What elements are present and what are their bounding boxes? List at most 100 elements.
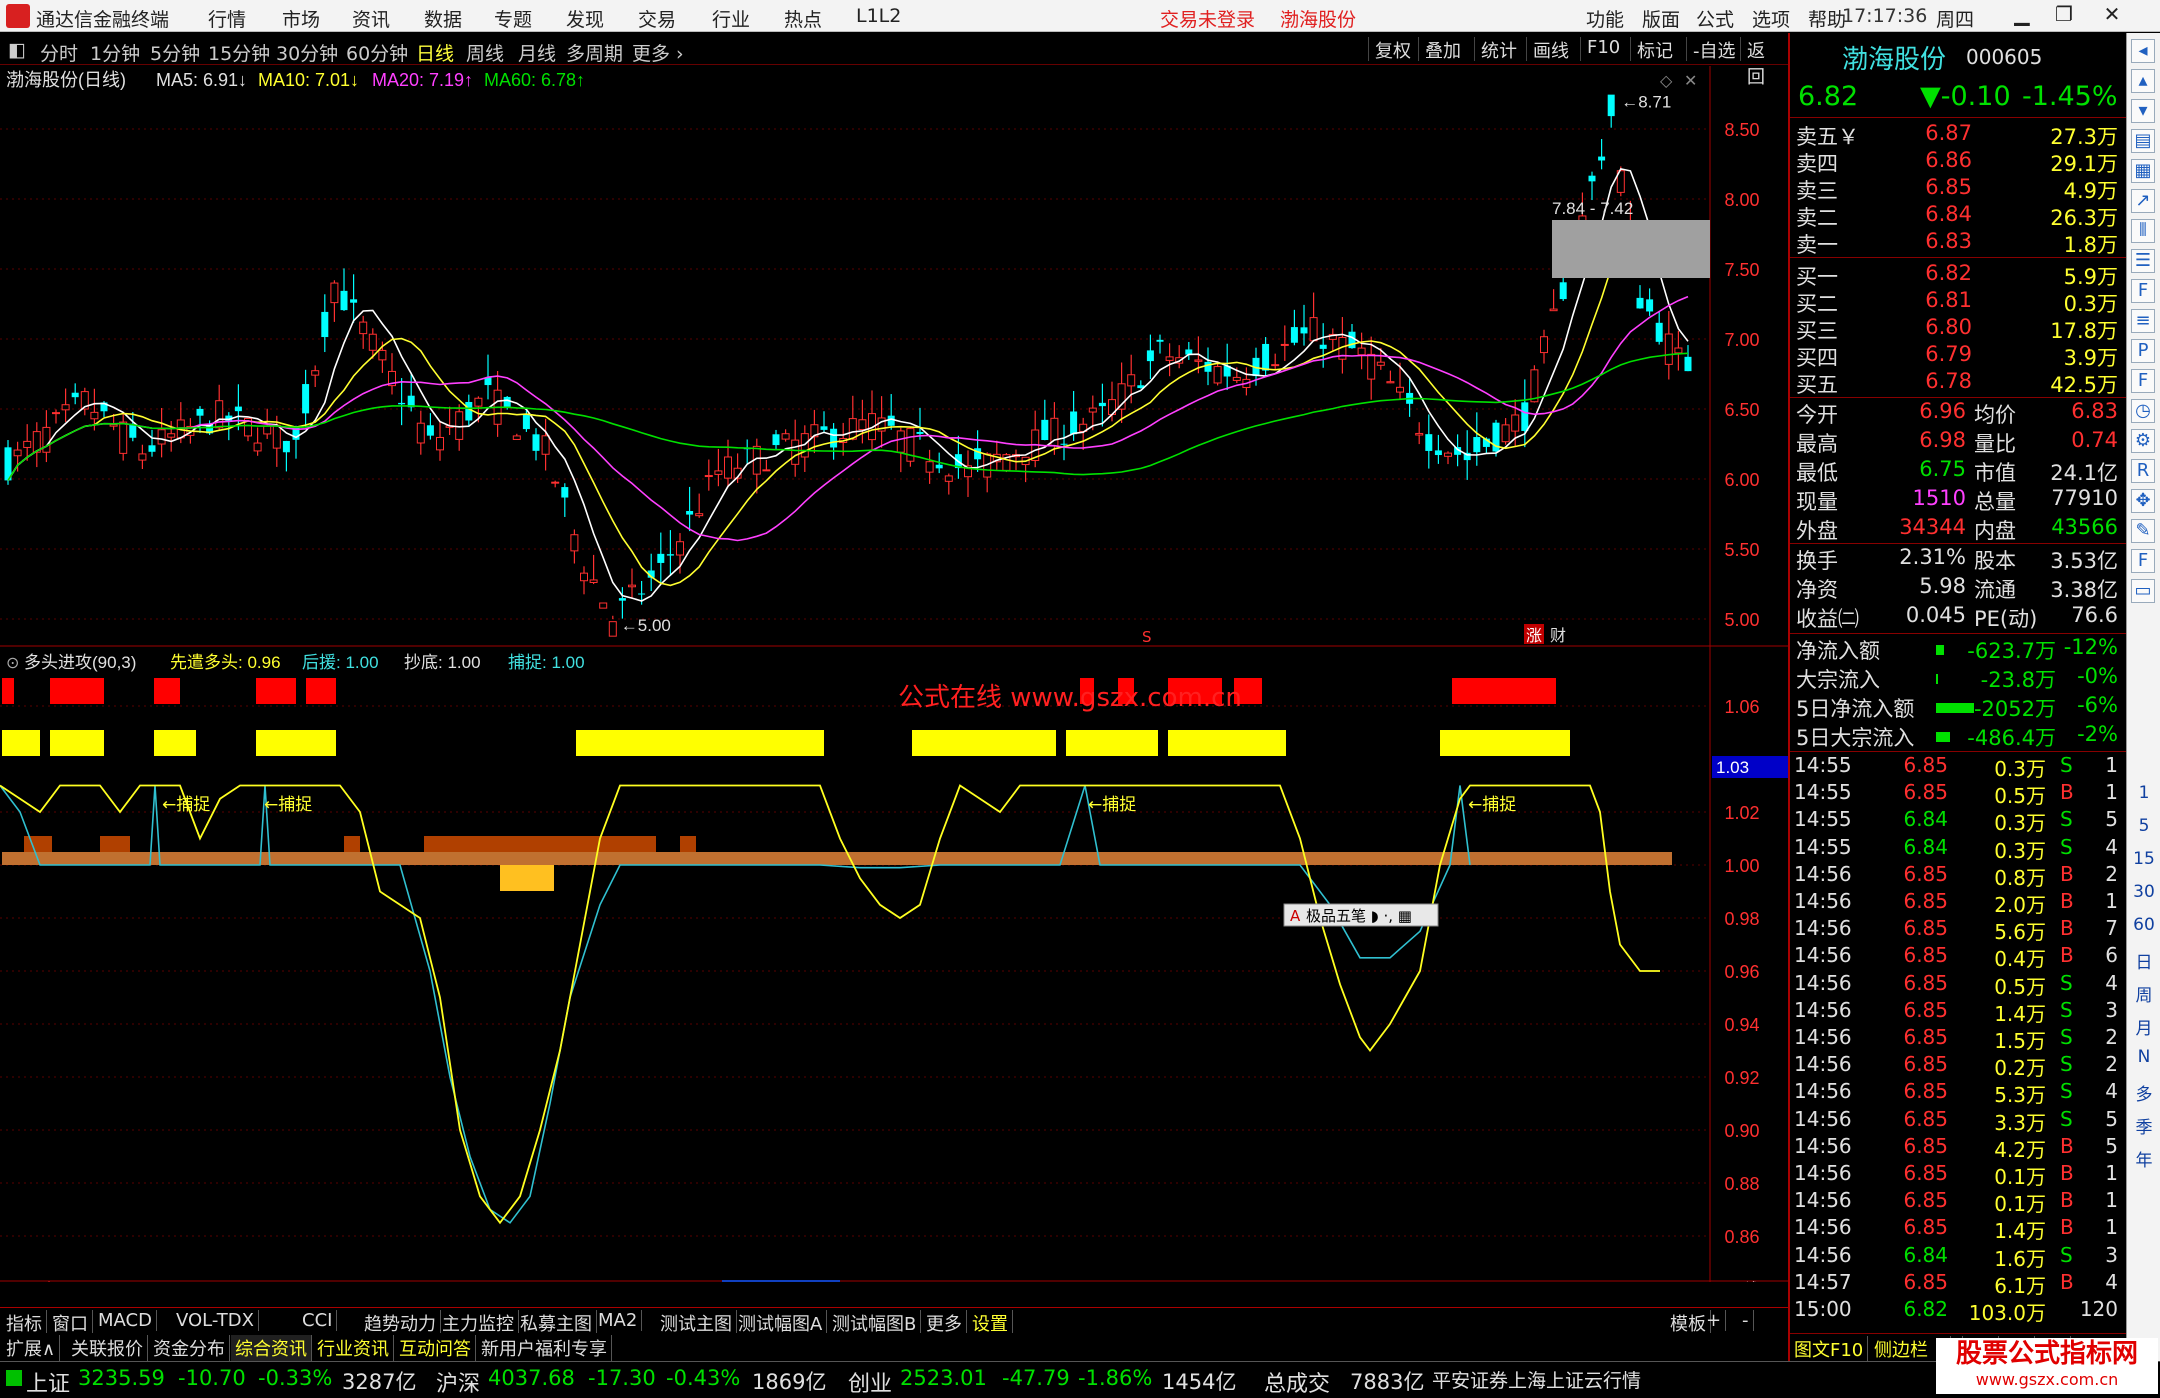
- ind-collapse-icon[interactable]: ⊙: [6, 653, 19, 672]
- period-2[interactable]: 5分钟: [150, 39, 200, 66]
- sh-pct: -0.33%: [258, 1366, 333, 1390]
- doc-icon[interactable]: ▭: [2131, 579, 2155, 603]
- gear-icon[interactable]: ⚙: [2131, 429, 2155, 453]
- sidebar-period-5[interactable]: 5: [2131, 816, 2157, 844]
- ext-tab-6[interactable]: 新用户福利专享: [477, 1335, 612, 1361]
- candle-body: [1636, 297, 1644, 309]
- right-menu-4[interactable]: 帮助: [1808, 5, 1846, 32]
- quote-tab-0[interactable]: 图文F10: [1790, 1336, 1869, 1362]
- ime-label[interactable]: 极品五笔 ◗ ·, ▦: [1306, 907, 1412, 925]
- sidebar-period-N[interactable]: N: [2131, 1047, 2157, 1075]
- period-3[interactable]: 15分钟: [208, 39, 270, 66]
- chart-icon[interactable]: ↗: [2131, 189, 2155, 213]
- clock-icon[interactable]: ◷: [2131, 399, 2155, 423]
- tick-volume: 0.1万: [1994, 1192, 2046, 1217]
- sidebar-period-60[interactable]: 60: [2131, 915, 2157, 943]
- period-10[interactable]: 更多 ›: [632, 39, 684, 66]
- f10-icon[interactable]: F: [2131, 279, 2155, 303]
- ft-icon[interactable]: F: [2131, 369, 2155, 393]
- right-menu-2[interactable]: 公式: [1696, 5, 1734, 32]
- minimize-icon[interactable]: ▁: [2002, 2, 2042, 30]
- table-icon[interactable]: ☰: [2131, 249, 2155, 273]
- sidebar-period-30[interactable]: 30: [2131, 882, 2157, 910]
- sidebar-period-1[interactable]: 1: [2131, 783, 2157, 811]
- toolbar-btn-7[interactable]: 返回: [1740, 37, 1788, 88]
- menu-2[interactable]: 资讯: [352, 5, 390, 32]
- fs-icon[interactable]: F: [2131, 549, 2155, 573]
- ext-tab-5[interactable]: 互动问答: [395, 1335, 476, 1361]
- ind-tick-label: 0.96: [1724, 962, 1759, 982]
- bookmark-icon[interactable]: ▤: [2131, 129, 2155, 153]
- right-menu-1[interactable]: 版面: [1642, 5, 1680, 32]
- trade-status[interactable]: 交易未登录: [1160, 5, 1255, 32]
- panel-toggle-icon[interactable]: ◧: [8, 39, 26, 61]
- toolbar-btn-4[interactable]: F10: [1580, 37, 1626, 61]
- menu-8[interactable]: 热点: [784, 5, 822, 32]
- pen-icon[interactable]: ✎: [2131, 519, 2155, 543]
- ext-tab-3[interactable]: 综合资讯: [231, 1335, 312, 1361]
- move-icon[interactable]: ✥: [2131, 489, 2155, 513]
- period-1[interactable]: 1分钟: [90, 39, 140, 66]
- sidebar-period-季[interactable]: 季: [2131, 1113, 2157, 1141]
- period-4[interactable]: 30分钟: [276, 39, 338, 66]
- tick-volume: 5.3万: [1994, 1083, 2046, 1108]
- ext-tab-0[interactable]: 扩展∧: [2, 1335, 61, 1361]
- ask-volume: 27.3万: [2050, 125, 2118, 149]
- p-icon[interactable]: P: [2131, 339, 2155, 363]
- back-icon[interactable]: ◂: [2131, 39, 2155, 63]
- menu-9[interactable]: L1L2: [856, 5, 901, 27]
- sidebar-period-年[interactable]: 年: [2131, 1146, 2157, 1174]
- ext-tab-4[interactable]: 行业资讯: [313, 1335, 394, 1361]
- toolbar-btn-5[interactable]: 标记: [1630, 37, 1679, 62]
- ime-a-icon[interactable]: A: [1290, 907, 1301, 925]
- period-9[interactable]: 多周期: [566, 39, 623, 66]
- menu-3[interactable]: 数据: [424, 5, 462, 32]
- bottom-right-2[interactable]: -: [1738, 1310, 1754, 1331]
- bottom-right-1[interactable]: +: [1702, 1310, 1727, 1331]
- period-8[interactable]: 月线: [518, 39, 556, 66]
- candle-body: [1646, 299, 1654, 312]
- menu-5[interactable]: 发现: [566, 5, 604, 32]
- menu-0[interactable]: 行情: [208, 5, 246, 32]
- up-icon[interactable]: ▴: [2131, 69, 2155, 93]
- rsi-icon[interactable]: R: [2131, 459, 2155, 483]
- menu-6[interactable]: 交易: [638, 5, 676, 32]
- down-icon[interactable]: ▾: [2131, 99, 2155, 123]
- period-0[interactable]: 分时: [40, 39, 78, 66]
- close-pane-icon[interactable]: ✕: [1684, 71, 1697, 90]
- indicator-tab-2[interactable]: MACD: [94, 1310, 157, 1331]
- grid-icon[interactable]: ▦: [2131, 159, 2155, 183]
- sidebar-period-15[interactable]: 15: [2131, 849, 2157, 877]
- flow-label: 大宗流入: [1796, 668, 1880, 692]
- indicator-tab-3[interactable]: VOL-TDX: [172, 1310, 259, 1331]
- period-7[interactable]: 周线: [466, 39, 504, 66]
- list-icon[interactable]: ≡: [2131, 309, 2155, 333]
- toolbar-btn-1[interactable]: 叠加: [1418, 37, 1467, 62]
- kline-chart[interactable]: 8.50 8.00 7.50 7.00 6.50 6.00 5.50 5.00 1.06 1.02…: [0, 66, 1788, 1282]
- candle-icon[interactable]: ⦀: [2131, 219, 2155, 243]
- diamond-icon[interactable]: ◇: [1660, 71, 1673, 90]
- menu-4[interactable]: 专题: [494, 5, 532, 32]
- sidebar-period-日[interactable]: 日: [2131, 948, 2157, 976]
- menu-1[interactable]: 市场: [282, 5, 320, 32]
- toolbar-btn-6[interactable]: -自选: [1686, 37, 1742, 62]
- sidebar-period-多[interactable]: 多: [2131, 1080, 2157, 1108]
- menu-7[interactable]: 行业: [712, 5, 750, 32]
- indicator-tab-8[interactable]: MA2: [594, 1310, 643, 1331]
- toolbar-btn-0[interactable]: 复权: [1368, 37, 1417, 62]
- capture-label: ←捕捉: [1468, 795, 1516, 815]
- ext-tab-2[interactable]: 资金分布: [149, 1335, 230, 1361]
- ext-tab-1[interactable]: 关联报价: [67, 1335, 148, 1361]
- close-icon[interactable]: ✕: [2092, 2, 2132, 30]
- right-menu-3[interactable]: 选项: [1752, 5, 1790, 32]
- indicator-tab-4[interactable]: CCI: [298, 1310, 338, 1331]
- period-5[interactable]: 60分钟: [346, 39, 408, 66]
- toolbar-btn-2[interactable]: 统计: [1474, 37, 1523, 62]
- period-6[interactable]: 日线: [416, 39, 454, 66]
- sidebar-period-周[interactable]: 周: [2131, 981, 2157, 1009]
- maximize-icon[interactable]: ❐: [2044, 2, 2084, 30]
- right-menu-0[interactable]: 功能: [1586, 5, 1624, 32]
- stat-value: 6.96: [1919, 399, 1966, 423]
- toolbar-btn-3[interactable]: 画线: [1526, 37, 1575, 62]
- sidebar-period-月[interactable]: 月: [2131, 1014, 2157, 1042]
